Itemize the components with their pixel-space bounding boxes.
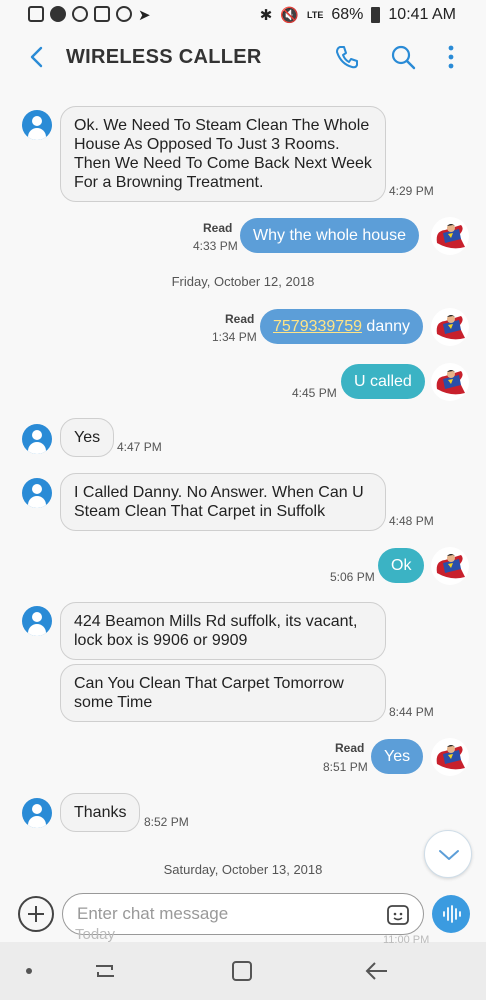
superman-avatar-icon[interactable] — [431, 217, 469, 255]
message-input-container[interactable] — [62, 893, 424, 935]
incoming-message[interactable]: Thanks — [60, 793, 141, 832]
read-receipt: Read — [203, 221, 233, 235]
add-attachment-button[interactable] — [18, 896, 54, 932]
ghost-message-time: 11:00 PM — [383, 934, 430, 946]
message-time: 4:48 PM — [389, 514, 434, 528]
superman-avatar-icon[interactable] — [431, 547, 469, 585]
messenger-icon — [72, 6, 88, 22]
bluetooth-icon: ✱ — [259, 7, 273, 24]
scroll-to-bottom-button[interactable] — [424, 830, 472, 878]
message-time: 4:33 PM — [193, 239, 238, 253]
incoming-message[interactable]: Can You Clean That Carpet Tomorrow some … — [60, 664, 386, 722]
outgoing-message[interactable]: Ok — [378, 548, 425, 583]
home-icon[interactable] — [227, 956, 257, 986]
back-icon[interactable] — [362, 956, 392, 986]
nav-dot-icon[interactable] — [14, 956, 44, 986]
outgoing-message[interactable]: 7579339759 danny — [260, 309, 424, 344]
message-time: 4:47 PM — [117, 440, 162, 454]
outgoing-message[interactable]: Yes — [371, 739, 424, 774]
building-icon — [28, 6, 44, 22]
recents-icon[interactable] — [90, 956, 120, 986]
battery-icon — [371, 7, 381, 23]
clock: 10:41 AM — [388, 6, 456, 23]
mute-icon: 🔇 — [280, 7, 300, 24]
message-time: 8:52 PM — [144, 815, 189, 829]
signal-icon: LTE — [307, 10, 324, 20]
sticker-icon[interactable] — [386, 903, 410, 927]
system-icons: ✱ 🔇 LTE 68% 10:41 AM — [260, 6, 456, 24]
superman-avatar-icon[interactable] — [431, 363, 469, 401]
incoming-message[interactable]: 424 Beamon Mills Rd suffolk, its vacant,… — [60, 602, 386, 660]
conversation-title: WIRELESS CALLER — [66, 46, 262, 68]
read-receipt: Read — [225, 312, 255, 326]
message-icon — [94, 6, 110, 22]
contact-avatar[interactable] — [22, 110, 52, 140]
search-icon[interactable] — [388, 42, 418, 72]
read-receipt: Read — [335, 741, 365, 755]
app-bar: WIRELESS CALLER — [0, 32, 486, 84]
phone-icon[interactable] — [332, 42, 362, 72]
date-divider: Saturday, October 13, 2018 — [163, 862, 323, 877]
message-time: 4:29 PM — [389, 184, 434, 198]
status-bar: ➤ ✱ 🔇 LTE 68% 10:41 AM — [0, 0, 486, 32]
back-arrow-icon[interactable] — [22, 42, 52, 72]
contact-avatar[interactable] — [22, 798, 52, 828]
message-time: 4:45 PM — [292, 386, 337, 400]
bird-icon — [50, 6, 66, 22]
message-time: 1:34 PM — [212, 330, 257, 344]
message-list[interactable]: Ok. We Need To Steam Clean The Whole Hou… — [0, 84, 486, 884]
instagram-icon — [116, 6, 132, 22]
notification-icons: ➤ — [28, 6, 151, 24]
waveform-icon — [443, 905, 461, 923]
voice-input-button[interactable] — [432, 895, 470, 933]
superman-avatar-icon[interactable] — [431, 308, 469, 346]
more-options-icon[interactable] — [436, 42, 466, 72]
ghost-message-text: Today — [75, 926, 116, 943]
message-input[interactable] — [77, 903, 377, 925]
phone-link[interactable]: 7579339759 — [273, 318, 362, 335]
contact-avatar[interactable] — [22, 606, 52, 636]
message-text: danny — [361, 318, 411, 335]
chevron-down-icon — [439, 850, 459, 860]
incoming-message[interactable]: Ok. We Need To Steam Clean The Whole Hou… — [60, 106, 386, 202]
message-time: 8:44 PM — [389, 705, 434, 719]
incoming-message[interactable]: I Called Danny. No Answer. When Can U St… — [60, 473, 386, 531]
outgoing-message[interactable]: Why the whole house — [240, 218, 419, 253]
outgoing-message[interactable]: U called — [341, 364, 425, 399]
superman-avatar-icon[interactable] — [431, 738, 469, 776]
message-time: 5:06 PM — [330, 570, 375, 584]
date-divider: Friday, October 12, 2018 — [171, 274, 315, 289]
messaging-screen: ➤ ✱ 🔇 LTE 68% 10:41 AM WIRELESS CALLER O… — [0, 0, 486, 1000]
battery-percent: 68% — [331, 6, 364, 23]
system-nav-bar: Today 11:00 PM — [0, 926, 486, 1000]
contact-avatar[interactable] — [22, 478, 52, 508]
message-time: 8:51 PM — [323, 760, 368, 774]
sprint-icon: ➤ — [138, 7, 151, 24]
contact-avatar[interactable] — [22, 424, 52, 454]
incoming-message[interactable]: Yes — [60, 418, 115, 457]
